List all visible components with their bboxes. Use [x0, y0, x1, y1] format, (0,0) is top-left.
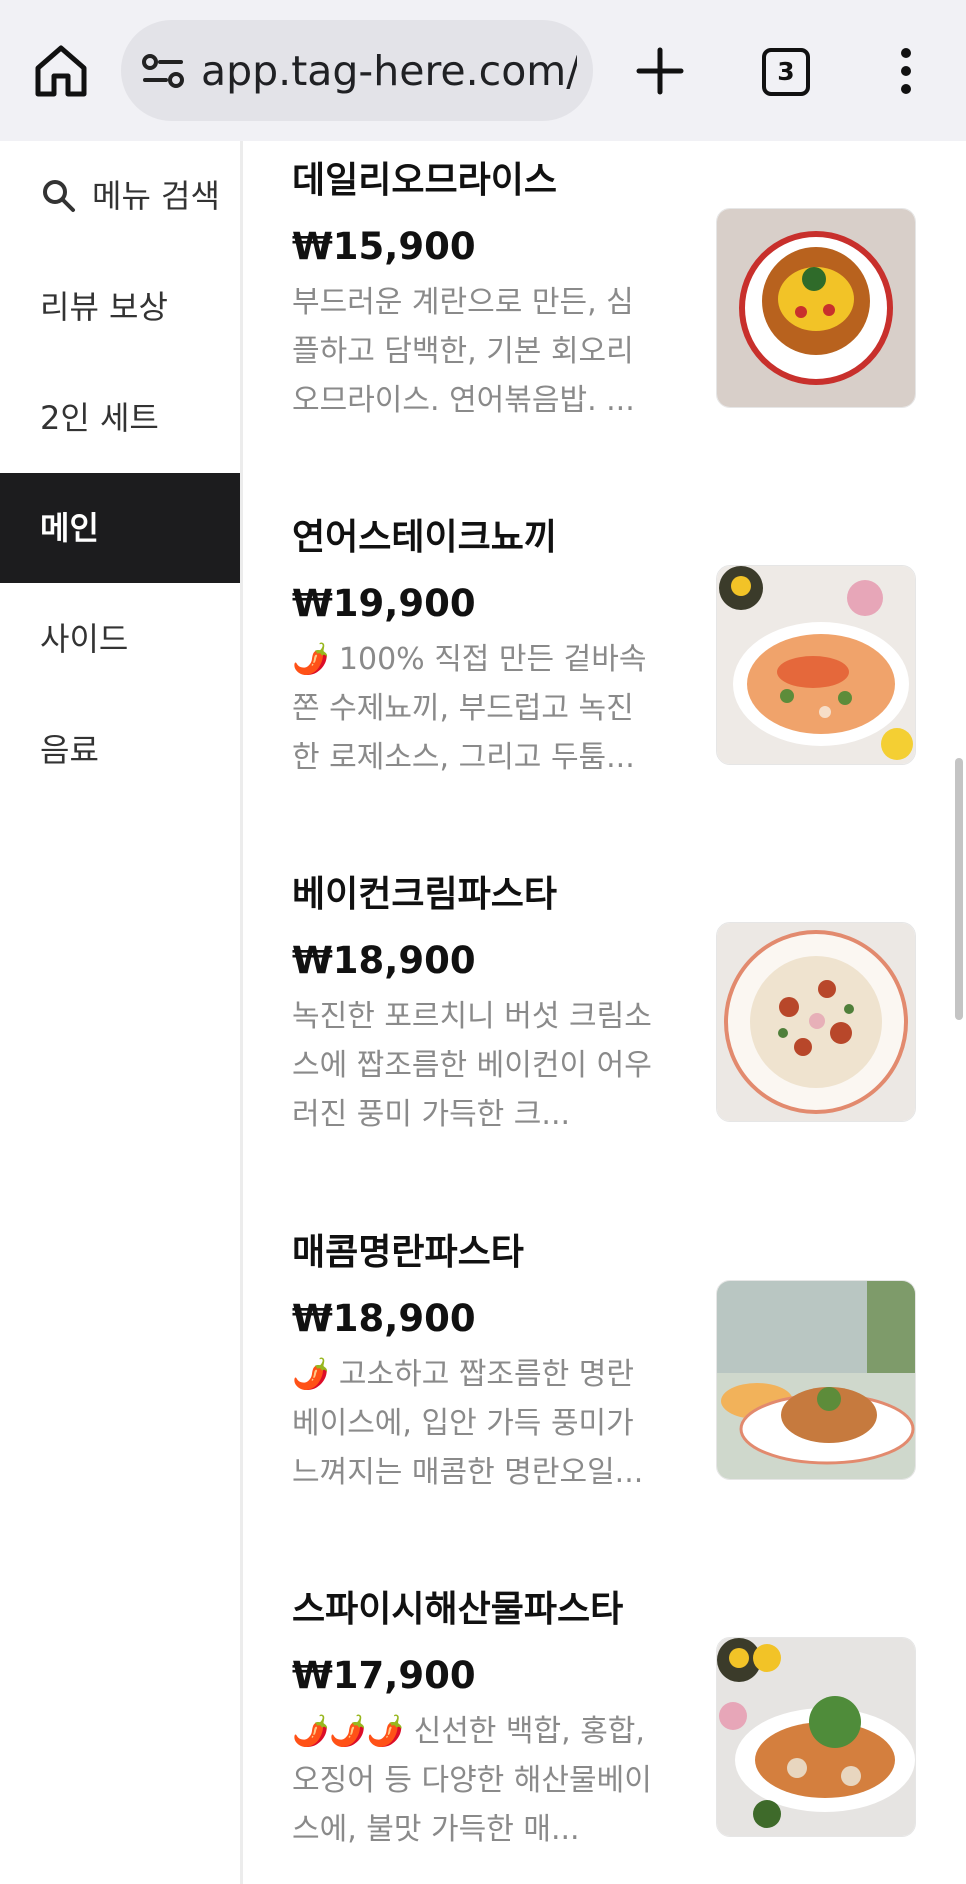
home-icon[interactable] — [30, 40, 92, 102]
menu-item-price: ₩18,900 — [292, 939, 476, 982]
menu-item-daily-omurice[interactable]: 데일리오므라이스 ₩15,900 부드러운 계란으로 만든, 심플하고 담백한,… — [243, 156, 948, 496]
sidebar-item-drinks[interactable]: 음료 — [0, 695, 240, 805]
sidebar-item-side[interactable]: 사이드 — [0, 584, 240, 694]
sidebar-item-label: 메뉴 검색 — [92, 177, 220, 215]
menu-item-spicy-seafood-pasta[interactable]: 스파이시해산물파스타 ₩17,900 🌶️🌶️🌶️ 신선한 백합, 홍합, 오징… — [243, 1585, 948, 1884]
menu-item-description: 부드러운 계란으로 만든, 심플하고 담백한, 기본 회오리 오므라이스. 연어… — [292, 285, 635, 418]
menu-item-description: 🌶️ 100% 직접 만든 겉바속쫀 수제뇨끼, 부드럽고 녹진한 로제소스, … — [292, 642, 647, 775]
address-bar[interactable]: app.tag-here.com/st — [121, 20, 593, 121]
menu-item-photo[interactable] — [716, 922, 916, 1122]
menu-item-description: 🌶️ 고소하고 짭조름한 명란베이스에, 입안 가득 풍미가 느껴지는 매콤한 … — [292, 1357, 644, 1490]
sidebar-item-set-for-two[interactable]: 2인 세트 — [0, 363, 240, 473]
sidebar-item-review-reward[interactable]: 리뷰 보상 — [0, 252, 240, 362]
menu-item-price: ₩17,900 — [292, 1654, 476, 1697]
scrollbar[interactable] — [955, 758, 963, 1020]
sidebar-item-label: 사이드 — [40, 620, 129, 658]
menu-item-description: 🌶️🌶️🌶️ 신선한 백합, 홍합, 오징어 등 다양한 해산물베이스에, 불맛… — [292, 1714, 652, 1847]
menu-item-price: ₩19,900 — [292, 582, 476, 625]
menu-item-spicy-mentaiko-pasta[interactable]: 매콤명란파스타 ₩18,900 🌶️ 고소하고 짭조름한 명란베이스에, 입안 … — [243, 1228, 948, 1568]
menu-item-name: 매콤명란파스타 — [292, 1232, 524, 1273]
menu-item-name: 베이컨크림파스타 — [292, 874, 557, 915]
sidebar-item-main[interactable]: 메인 — [0, 473, 240, 583]
more-menu-icon[interactable] — [896, 46, 916, 96]
menu-item-name: 연어스테이크뇨끼 — [292, 517, 557, 558]
search-icon — [43, 180, 75, 212]
menu-item-name: 스파이시해산물파스타 — [292, 1589, 624, 1630]
menu-item-description: 녹진한 포르치니 버섯 크림소스에 짭조름한 베이컨이 어우러진 풍미 가득한 … — [292, 999, 652, 1132]
browser-toolbar: app.tag-here.com/st 3 — [0, 0, 966, 141]
sidebar-item-label: 메인 — [40, 509, 99, 547]
menu-item-photo[interactable] — [716, 565, 916, 765]
menu-item-name: 데일리오므라이스 — [292, 160, 557, 201]
tabs-icon[interactable]: 3 — [762, 48, 810, 96]
category-sidebar: 메뉴 검색 리뷰 보상 2인 세트 메인 사이드 음료 — [0, 141, 243, 1884]
menu-item-salmon-steak-gnocchi[interactable]: 연어스테이크뇨끼 ₩19,900 🌶️ 100% 직접 만든 겉바속쫀 수제뇨끼… — [243, 513, 948, 853]
menu-list: 데일리오므라이스 ₩15,900 부드러운 계란으로 만든, 심플하고 담백한,… — [243, 141, 948, 1884]
sidebar-item-search[interactable]: 메뉴 검색 — [0, 141, 240, 251]
menu-item-photo[interactable] — [716, 1637, 916, 1837]
sidebar-item-label: 음료 — [40, 731, 99, 769]
menu-item-bacon-cream-pasta[interactable]: 베이컨크림파스타 ₩18,900 녹진한 포르치니 버섯 크림소스에 짭조름한 … — [243, 870, 948, 1210]
menu-item-price: ₩15,900 — [292, 225, 476, 268]
menu-item-price: ₩18,900 — [292, 1297, 476, 1340]
url-text[interactable]: app.tag-here.com/st — [201, 46, 577, 96]
menu-item-photo[interactable] — [716, 1280, 916, 1480]
sidebar-item-label: 2인 세트 — [40, 399, 159, 437]
new-tab-icon[interactable] — [635, 46, 685, 96]
sidebar-item-label: 리뷰 보상 — [40, 288, 168, 326]
site-settings-icon[interactable] — [141, 52, 185, 90]
menu-item-photo[interactable] — [716, 208, 916, 408]
